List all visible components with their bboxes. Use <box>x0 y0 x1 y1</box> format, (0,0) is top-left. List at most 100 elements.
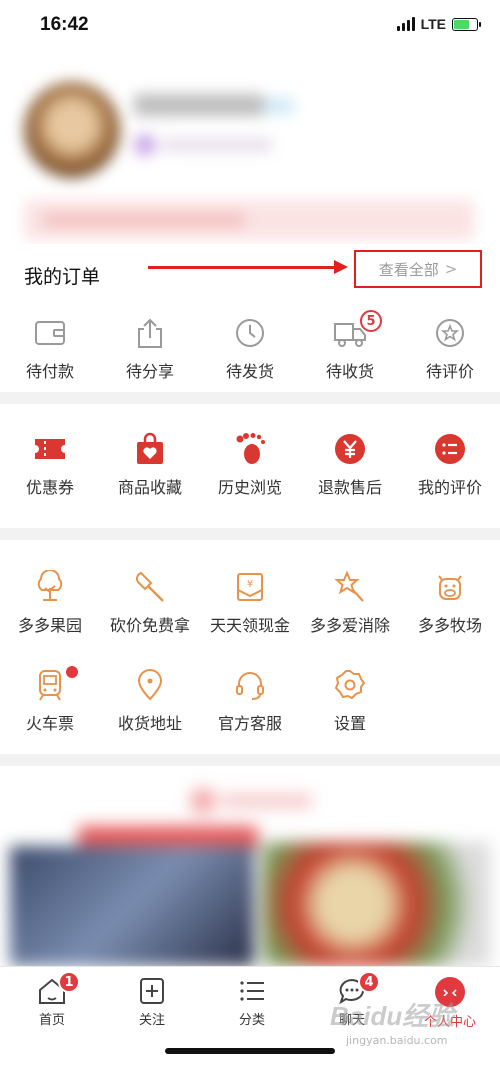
order-pending-receive[interactable]: 5 待收货 <box>300 310 400 382</box>
tool-history[interactable]: 历史浏览 <box>200 432 300 498</box>
headset-icon <box>233 668 267 702</box>
status-bar: 16:42 LTE <box>0 0 500 52</box>
tab-category[interactable]: 分类 <box>202 977 302 1028</box>
tool-my-reviews[interactable]: 我的评价 <box>400 432 500 498</box>
tool-label: 我的评价 <box>417 478 482 497</box>
status-time: 16:42 <box>40 14 89 35</box>
home-badge: 1 <box>58 971 80 993</box>
my-review-icon <box>433 432 467 466</box>
tools-row: 优惠券 商品收藏 历史浏览 退款售后 我的评价 <box>0 432 500 498</box>
tool-favorites[interactable]: 商品收藏 <box>100 432 200 498</box>
promo-text-placeholder <box>44 214 244 226</box>
member-badge-icon <box>134 134 156 156</box>
review-icon <box>433 316 467 350</box>
baidu-watermark: Baidu经验 <box>330 1001 455 1031</box>
service-address[interactable]: 收货地址 <box>100 668 200 734</box>
service-label: 多多果园 <box>17 616 82 635</box>
blurred-profile-info <box>14 62 484 240</box>
clock-icon <box>233 316 267 350</box>
order-item-label: 待付款 <box>25 362 74 381</box>
order-item-label: 待收货 <box>325 362 374 381</box>
order-item-label: 待分享 <box>125 362 174 381</box>
star-wand-icon <box>333 570 367 604</box>
home-indicator <box>165 1048 335 1054</box>
service-label: 砍价免费拿 <box>109 616 190 635</box>
new-dot-badge <box>66 666 78 678</box>
product-image <box>262 842 490 966</box>
annotation-arrow-line <box>148 266 338 269</box>
share-icon <box>133 316 167 350</box>
annotation-arrow-head <box>334 260 348 274</box>
order-item-label: 待发货 <box>225 362 274 381</box>
order-pending-share[interactable]: 待分享 <box>100 316 200 382</box>
chevron-right-icon: > <box>444 260 458 278</box>
order-item-label: 待评价 <box>425 362 474 381</box>
member-info-placeholder <box>162 138 272 152</box>
service-label: 多多爱消除 <box>309 616 390 635</box>
service-match-game[interactable]: 多多爱消除 <box>300 570 400 636</box>
footprint-icon <box>233 432 267 466</box>
order-pending-review[interactable]: 待评价 <box>400 316 500 382</box>
tool-coupons[interactable]: 优惠券 <box>0 432 100 498</box>
service-bargain[interactable]: 砍价免费拿 <box>100 570 200 636</box>
location-icon <box>133 668 167 702</box>
services-section: 多多果园 砍价免费拿 ¥ 天天领现金 多多爱消除 多多牧场 火车票 收货地址 官… <box>0 540 500 754</box>
orders-title: 我的订单 <box>24 266 101 288</box>
tab-label: 分类 <box>238 1013 265 1028</box>
recommendation-feed[interactable] <box>0 766 500 966</box>
service-label: 多多牧场 <box>417 616 482 635</box>
tools-section: 优惠券 商品收藏 历史浏览 退款售后 我的评价 <box>0 404 500 528</box>
svg-text:¥: ¥ <box>247 579 253 590</box>
tool-refund[interactable]: 退款售后 <box>300 432 400 498</box>
product-image <box>10 846 254 966</box>
feed-header-icon <box>190 788 216 814</box>
tab-follow[interactable]: 关注 <box>102 977 202 1028</box>
tool-label: 商品收藏 <box>117 478 182 497</box>
baidu-watermark-url: jingyan.baidu.com <box>346 1034 448 1047</box>
service-label: 设置 <box>333 714 366 733</box>
service-settings[interactable]: 设置 <box>300 668 400 734</box>
tab-label: 关注 <box>138 1013 165 1028</box>
chat-badge: 4 <box>358 971 380 993</box>
order-pending-payment[interactable]: 待付款 <box>0 316 100 382</box>
tool-label: 优惠券 <box>25 478 74 497</box>
settings-icon <box>333 668 367 702</box>
tab-home[interactable]: 1 首页 <box>2 971 102 1028</box>
blurred-recommendations <box>0 766 500 966</box>
feed-header-placeholder <box>222 794 312 808</box>
username-placeholder <box>134 94 264 116</box>
services-row-1: 多多果园 砍价免费拿 ¥ 天天领现金 多多爱消除 多多牧场 <box>0 570 500 636</box>
network-label: LTE <box>420 16 446 32</box>
axe-icon <box>133 570 167 604</box>
view-all-label: 查看全部 <box>378 260 439 279</box>
tool-label: 退款售后 <box>317 478 382 497</box>
service-label: 官方客服 <box>217 714 282 733</box>
profile-header[interactable] <box>0 52 500 244</box>
service-train-tickets[interactable]: 火车票 <box>0 666 100 734</box>
service-orchard[interactable]: 多多果园 <box>0 570 100 636</box>
battery-icon <box>452 17 481 31</box>
follow-icon <box>140 978 164 1004</box>
name-tag-placeholder <box>264 98 294 114</box>
cow-icon <box>433 570 467 604</box>
avatar <box>24 82 120 178</box>
services-row-2: 火车票 收货地址 官方客服 设置 <box>0 666 500 734</box>
service-daily-cash[interactable]: ¥ 天天领现金 <box>200 570 300 636</box>
coupon-icon <box>33 432 67 466</box>
wallet-icon <box>33 316 67 350</box>
category-icon <box>240 981 264 1001</box>
refund-icon <box>333 432 367 466</box>
tab-label: 首页 <box>38 1013 65 1028</box>
order-status-row: 待付款 待分享 待发货 5 待收货 待评价 <box>0 310 500 382</box>
train-icon <box>33 668 67 702</box>
service-customer-support[interactable]: 官方客服 <box>200 668 300 734</box>
order-pending-ship[interactable]: 待发货 <box>200 316 300 382</box>
tree-icon <box>33 570 67 604</box>
cash-envelope-icon: ¥ <box>233 570 267 604</box>
service-label: 火车票 <box>25 714 74 733</box>
status-indicators: LTE <box>396 16 481 32</box>
service-label: 收货地址 <box>117 714 182 733</box>
view-all-orders-button[interactable]: 查看全部 > <box>354 250 482 288</box>
service-ranch[interactable]: 多多牧场 <box>400 570 500 636</box>
tool-label: 历史浏览 <box>217 478 282 497</box>
